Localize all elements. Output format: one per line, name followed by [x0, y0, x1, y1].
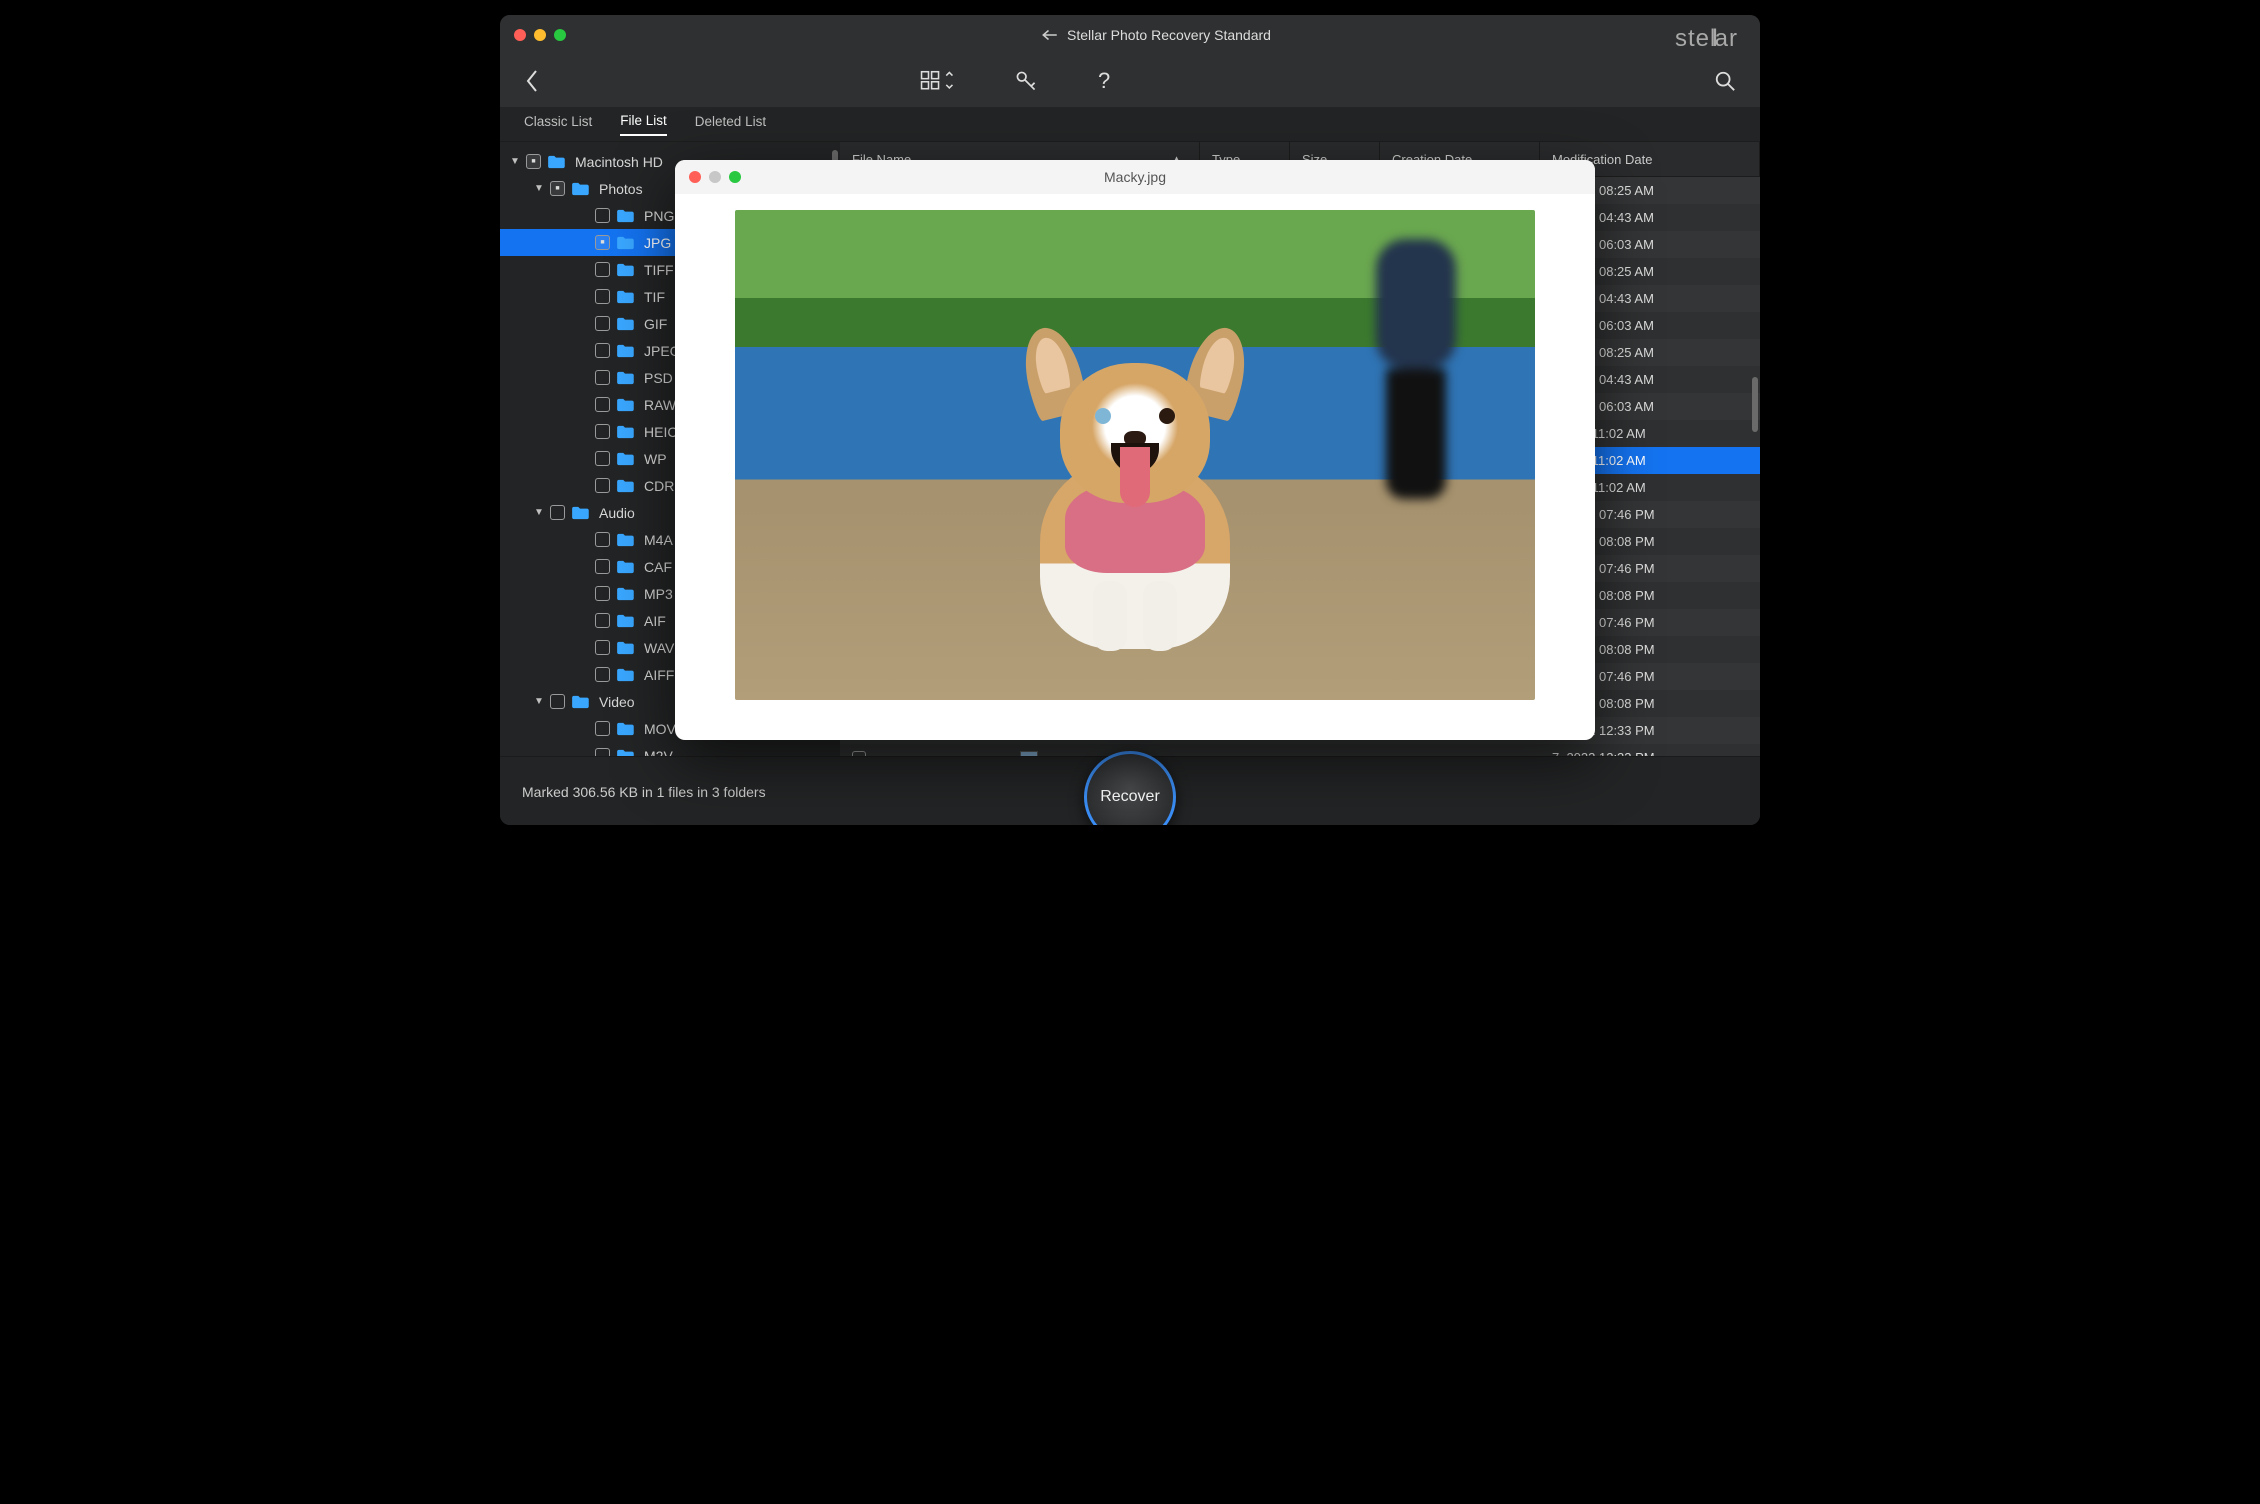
status-text: Marked 306.56 KB in 1 files in 3 folders: [522, 784, 766, 800]
folder-icon: [616, 641, 634, 655]
tab-file-list[interactable]: File List: [620, 113, 667, 136]
file-row[interactable]: 7, 2022 12:33 PM: [840, 744, 1760, 756]
checkbox[interactable]: [595, 235, 610, 250]
checkbox[interactable]: [595, 451, 610, 466]
folder-icon: [616, 344, 634, 358]
zoom-icon[interactable]: [554, 29, 566, 41]
folder-icon: [616, 290, 634, 304]
checkbox[interactable]: [595, 640, 610, 655]
brand-logo: stellar: [1675, 25, 1738, 53]
tab-deleted-list[interactable]: Deleted List: [695, 114, 766, 135]
folder-icon: [616, 209, 634, 223]
search-icon[interactable]: [1714, 70, 1736, 92]
folder-icon: [616, 263, 634, 277]
folder-icon: [616, 587, 634, 601]
checkbox[interactable]: [595, 262, 610, 277]
preview-window-controls: [689, 171, 741, 183]
folder-icon: [616, 533, 634, 547]
checkbox[interactable]: [595, 748, 610, 756]
folder-icon: [616, 722, 634, 736]
checkbox[interactable]: [595, 559, 610, 574]
checkbox[interactable]: [550, 181, 565, 196]
checkbox[interactable]: [595, 613, 610, 628]
folder-icon: [616, 236, 634, 250]
tree-item[interactable]: M2V: [500, 742, 840, 756]
close-icon[interactable]: [689, 171, 701, 183]
folder-icon: [616, 371, 634, 385]
nav-back-button[interactable]: [524, 68, 540, 94]
checkbox[interactable]: [550, 505, 565, 520]
folder-icon: [616, 479, 634, 493]
folder-icon: [571, 695, 589, 709]
key-icon[interactable]: [1014, 69, 1038, 93]
checkbox[interactable]: [526, 154, 541, 169]
checkbox[interactable]: [595, 424, 610, 439]
titlebar: Stellar Photo Recovery Standard stellar: [500, 15, 1760, 55]
checkbox[interactable]: [595, 721, 610, 736]
view-tabs: Classic List File List Deleted List: [500, 107, 1760, 142]
preview-window: Macky.jpg: [675, 160, 1595, 740]
checkbox[interactable]: [595, 667, 610, 682]
preview-filename: Macky.jpg: [741, 169, 1529, 185]
app-title: Stellar Photo Recovery Standard: [1067, 27, 1271, 43]
tab-classic-list[interactable]: Classic List: [524, 114, 592, 135]
minimize-icon: [709, 171, 721, 183]
checkbox[interactable]: [595, 586, 610, 601]
folder-icon: [616, 317, 634, 331]
folder-icon: [571, 506, 589, 520]
checkbox[interactable]: [595, 343, 610, 358]
dog-subject: [1005, 339, 1265, 639]
window-controls: [514, 29, 566, 41]
folder-icon: [616, 560, 634, 574]
folder-icon: [616, 749, 634, 757]
checkbox[interactable]: [595, 289, 610, 304]
back-arrow-icon[interactable]: [1041, 28, 1059, 42]
close-icon[interactable]: [514, 29, 526, 41]
background-person: [1361, 239, 1471, 499]
minimize-icon[interactable]: [534, 29, 546, 41]
filelist-scrollbar[interactable]: [1752, 377, 1758, 432]
folder-icon: [616, 668, 634, 682]
folder-icon: [616, 614, 634, 628]
folder-icon: [616, 398, 634, 412]
recover-button[interactable]: Recover: [1084, 751, 1176, 825]
help-icon[interactable]: ?: [1098, 68, 1110, 94]
zoom-icon[interactable]: [729, 171, 741, 183]
footer: Marked 306.56 KB in 1 files in 3 folders…: [500, 756, 1760, 825]
checkbox[interactable]: [595, 316, 610, 331]
preview-image: [735, 210, 1535, 700]
checkbox[interactable]: [595, 532, 610, 547]
folder-icon: [571, 182, 589, 196]
checkbox[interactable]: [595, 397, 610, 412]
folder-icon: [547, 155, 565, 169]
checkbox[interactable]: [595, 478, 610, 493]
folder-icon: [616, 452, 634, 466]
view-grid-button[interactable]: [920, 69, 954, 93]
checkbox[interactable]: [595, 208, 610, 223]
folder-icon: [616, 425, 634, 439]
toolbar: ?: [500, 55, 1760, 107]
checkbox[interactable]: [595, 370, 610, 385]
checkbox[interactable]: [550, 694, 565, 709]
